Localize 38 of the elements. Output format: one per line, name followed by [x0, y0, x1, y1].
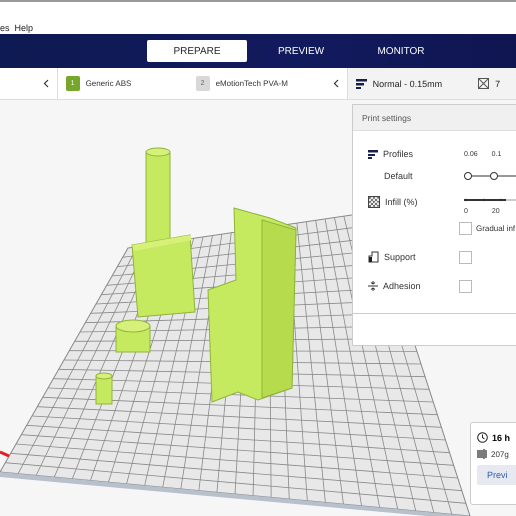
- profiles-label: Profiles: [383, 149, 414, 159]
- material-label: eMotionTech PVA-M: [216, 79, 288, 88]
- gear-model: [116, 320, 150, 352]
- profile-label: Normal - 0.15mm: [372, 78, 442, 88]
- menu-item[interactable]: Help: [14, 23, 34, 33]
- clock-icon: [477, 432, 488, 443]
- checkbox[interactable]: [459, 222, 472, 234]
- checkbox[interactable]: [459, 280, 472, 292]
- infill-value: 7: [495, 78, 500, 88]
- axis-line: [0, 450, 10, 458]
- checkbox[interactable]: [459, 250, 472, 264]
- stage-tab[interactable]: PREVIEW: [247, 40, 355, 62]
- preview-button[interactable]: Previ: [477, 465, 516, 485]
- adhesion-label: Adhesion: [383, 281, 421, 291]
- profile-icon: [368, 150, 378, 158]
- stage-tab[interactable]: MONITOR: [355, 40, 447, 62]
- support-label: Support: [384, 252, 416, 262]
- gradual-infill-label: Gradual inf: [476, 224, 516, 232]
- menu-item[interactable]: es: [0, 23, 10, 33]
- infill-icon: [368, 196, 380, 208]
- print-time: 16 h: [492, 432, 510, 442]
- slider-handle[interactable]: [490, 172, 498, 180]
- infill-label: Infill (%): [385, 197, 418, 207]
- collapse-icon[interactable]: [332, 79, 339, 88]
- infill-icon: [478, 78, 490, 89]
- material-label: Generic ABS: [86, 79, 132, 88]
- layer-height-slider[interactable]: [464, 171, 516, 181]
- stage-tab[interactable]: PREPARE: [147, 40, 247, 62]
- panel-title: Print settings: [353, 105, 516, 131]
- infill-slider[interactable]: [464, 196, 516, 202]
- collapse-icon[interactable]: [42, 79, 49, 88]
- profile-icon: [356, 78, 367, 88]
- material-weight: 207g: [491, 450, 509, 458]
- default-label: Default: [384, 171, 413, 181]
- adhesion-icon: [368, 281, 378, 291]
- cylinder-model: [96, 372, 112, 404]
- filament-icon: [477, 449, 487, 459]
- support-icon: [368, 251, 379, 263]
